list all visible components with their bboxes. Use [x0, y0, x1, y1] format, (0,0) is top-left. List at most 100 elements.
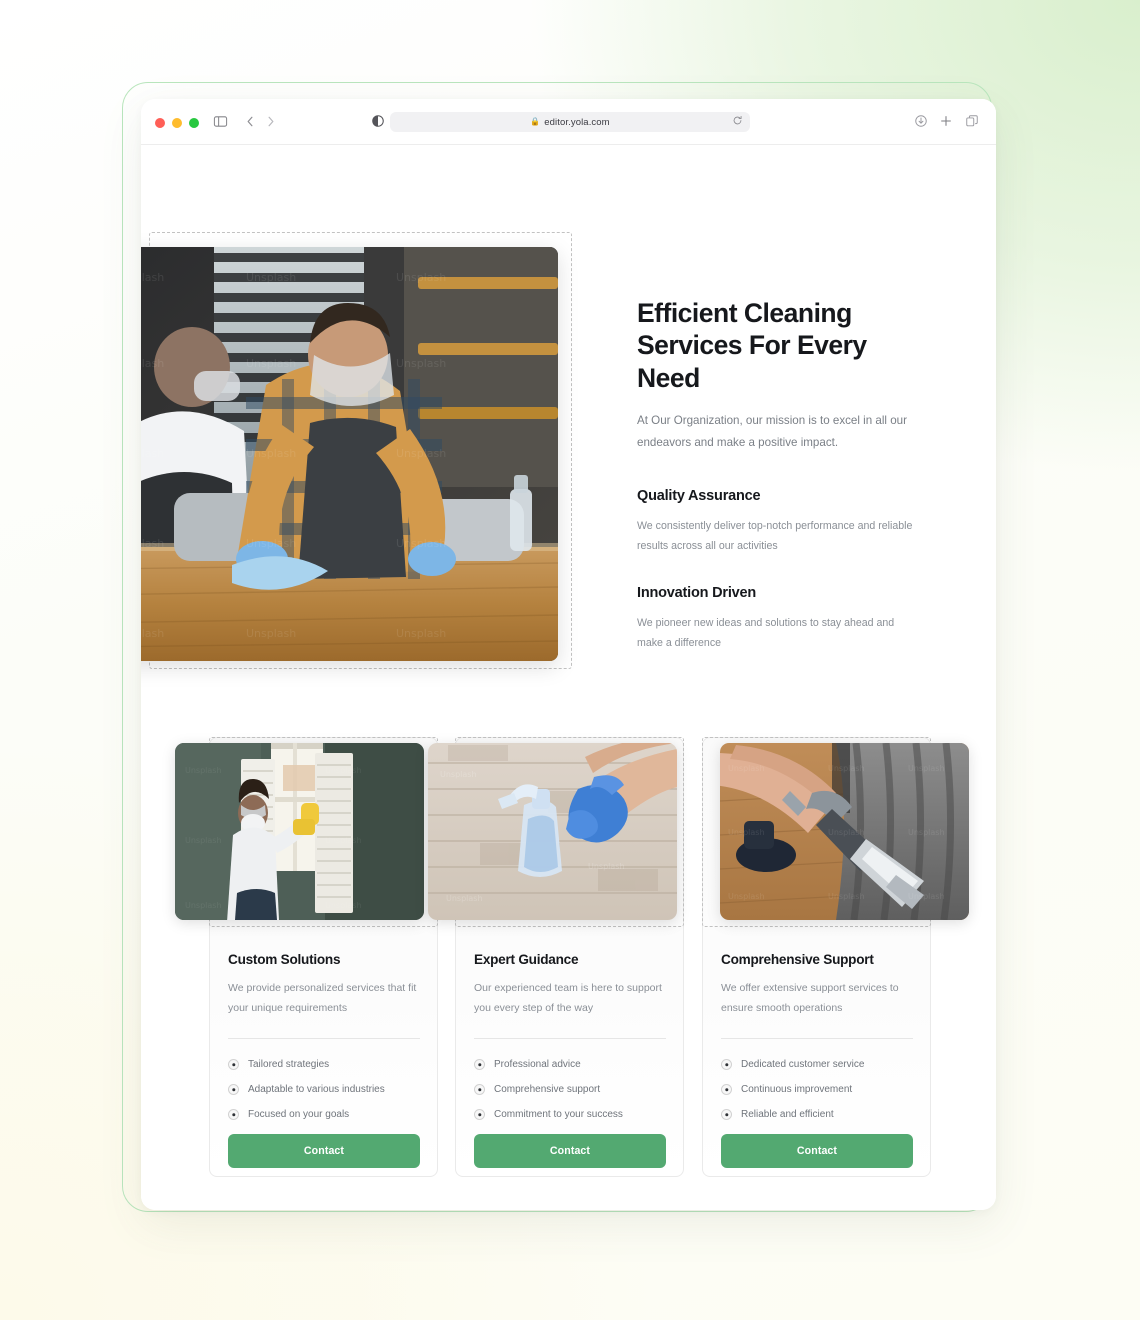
service-card[interactable]: Unsplash Unsplash Unsplash Unsplash Unspla… [175, 737, 438, 1177]
svg-text:Unsplash: Unsplash [246, 447, 296, 460]
feature-quality-assurance: Quality Assurance We consistently delive… [637, 488, 927, 557]
card-feature-list: Tailored strategies Adaptable to various… [228, 1059, 420, 1121]
svg-text:Unsplash: Unsplash [141, 357, 164, 370]
svg-text:Unsplash: Unsplash [141, 627, 164, 640]
contact-button[interactable]: Contact [474, 1134, 666, 1169]
bullet-icon [474, 1059, 485, 1071]
page-canvas: UnsplashUnsplashUnsplash UnsplashUnsplas… [141, 145, 996, 1210]
svg-text:Unsplash: Unsplash [728, 828, 765, 837]
svg-text:Unsplash: Unsplash [728, 892, 765, 901]
list-item: Dedicated customer service [721, 1059, 913, 1071]
list-item-label: Dedicated customer service [741, 1059, 865, 1071]
card-body: Custom Solutions We provide personalized… [228, 952, 420, 1169]
contact-button[interactable]: Contact [721, 1134, 913, 1169]
svg-text:Unsplash: Unsplash [908, 764, 945, 773]
list-item-label: Focused on your goals [248, 1109, 350, 1121]
card-title: Comprehensive Support [721, 952, 874, 967]
maximize-window-button[interactable] [189, 118, 199, 128]
tab-overview-icon[interactable] [965, 114, 979, 128]
list-item-label: Comprehensive support [494, 1084, 601, 1096]
feature-text: We consistently deliver top-notch perfor… [637, 520, 913, 553]
svg-text:Unsplash: Unsplash [141, 271, 164, 284]
new-tab-button[interactable] [939, 114, 953, 128]
svg-text:Unsplash: Unsplash [246, 627, 296, 640]
card-title: Custom Solutions [228, 952, 341, 967]
reload-button[interactable] [732, 113, 743, 131]
service-card[interactable]: Unsplash Unsplash Unsplash Expert Guidanc… [428, 737, 684, 1177]
bullet-icon [721, 1109, 732, 1121]
minimize-window-button[interactable] [172, 118, 182, 128]
browser-window: 🔒 editor.yola.com lash Unsplash Unsplash… [141, 99, 996, 1210]
hero-subtitle: At Our Organization, our mission is to e… [637, 413, 907, 449]
bullet-icon [474, 1084, 485, 1096]
forward-button[interactable] [263, 114, 278, 129]
hero-text-block: Efficient Cleaning Services For Every Ne… [637, 297, 927, 653]
svg-text:Unsplash: Unsplash [440, 770, 477, 779]
card-feature-list: Professional advice Comprehensive suppor… [474, 1059, 666, 1121]
reader-view-icon[interactable] [371, 114, 385, 128]
list-item-label: Continuous improvement [741, 1084, 853, 1096]
bullet-icon [721, 1084, 732, 1096]
svg-text:Unsplash: Unsplash [588, 862, 625, 871]
feature-innovation-driven: Innovation Driven We pioneer new ideas a… [637, 585, 927, 654]
bullet-icon [721, 1059, 732, 1071]
contact-button[interactable]: Contact [228, 1134, 420, 1169]
bullet-icon [228, 1084, 239, 1096]
svg-text:Unsplash: Unsplash [141, 537, 164, 550]
bullet-icon [228, 1059, 239, 1071]
card-image[interactable]: Unsplash Unsplash Unsplash Unsplash Unspla… [175, 743, 424, 920]
card-title: Expert Guidance [474, 952, 579, 967]
card-divider [474, 1038, 666, 1040]
svg-text:Unsplash: Unsplash [396, 537, 446, 550]
list-item: Professional advice [474, 1059, 666, 1071]
window-controls[interactable] [155, 118, 199, 128]
card-divider [721, 1038, 913, 1040]
list-item: Reliable and efficient [721, 1109, 913, 1121]
card-feature-list: Dedicated customer service Continuous im… [721, 1059, 913, 1121]
list-item-label: Reliable and efficient [741, 1109, 834, 1121]
feature-heading: Quality Assurance [637, 488, 761, 505]
list-item-label: Adaptable to various industries [248, 1084, 385, 1096]
bullet-icon [228, 1109, 239, 1121]
url-text: editor.yola.com [544, 116, 610, 128]
back-button[interactable] [243, 114, 258, 129]
download-icon[interactable] [914, 114, 928, 128]
address-bar[interactable]: 🔒 editor.yola.com [390, 112, 750, 132]
list-item: Continuous improvement [721, 1084, 913, 1096]
hero-image[interactable]: Unsplash Unsplash Unsplash Unsplash Unsplas… [141, 247, 558, 661]
list-item: Adaptable to various industries [228, 1084, 420, 1096]
list-item-label: Commitment to your success [494, 1109, 623, 1121]
card-description: We provide personalized services that fi… [228, 982, 417, 1014]
list-item: Focused on your goals [228, 1109, 420, 1121]
card-image[interactable]: Unsplash Unsplash Unsplash Unsplash Unsplas… [720, 743, 969, 920]
svg-text:Unsplash: Unsplash [728, 764, 765, 773]
card-description: Our experienced team is here to support … [474, 982, 662, 1014]
service-card[interactable]: Unsplash Unsplash Unsplash Unsplash Unsplas… [702, 737, 969, 1177]
list-item: Commitment to your success [474, 1109, 666, 1121]
svg-text:Unsplash: Unsplash [325, 836, 362, 845]
card-divider [228, 1038, 420, 1040]
svg-text:Unsplash: Unsplash [908, 892, 945, 901]
feature-heading: Innovation Driven [637, 584, 757, 601]
svg-text:Unsplash: Unsplash [185, 901, 222, 910]
svg-text:Unsplash: Unsplash [185, 836, 222, 845]
browser-toolbar: 🔒 editor.yola.com [141, 99, 996, 145]
lock-icon: 🔒 [530, 117, 541, 126]
svg-text:Unsplash: Unsplash [828, 764, 865, 773]
list-item-label: Tailored strategies [248, 1059, 330, 1071]
svg-text:Unsplash: Unsplash [246, 271, 296, 284]
svg-text:Unsplash: Unsplash [396, 271, 446, 284]
svg-text:Unsplash: Unsplash [246, 537, 296, 550]
list-item-label: Professional advice [494, 1059, 581, 1071]
svg-text:Unsplash: Unsplash [908, 828, 945, 837]
card-image[interactable]: Unsplash Unsplash Unsplash [428, 743, 677, 920]
svg-text:Unsplash: Unsplash [325, 766, 362, 775]
svg-text:Unsplash: Unsplash [325, 901, 362, 910]
sidebar-toggle-icon[interactable] [213, 114, 228, 129]
card-description: We offer extensive support services to e… [721, 982, 899, 1014]
svg-text:Unsplash: Unsplash [246, 357, 296, 370]
list-item: Comprehensive support [474, 1084, 666, 1096]
svg-text:Unsplash: Unsplash [185, 766, 222, 775]
svg-text:Unsplash: Unsplash [396, 627, 446, 640]
close-window-button[interactable] [155, 118, 165, 128]
